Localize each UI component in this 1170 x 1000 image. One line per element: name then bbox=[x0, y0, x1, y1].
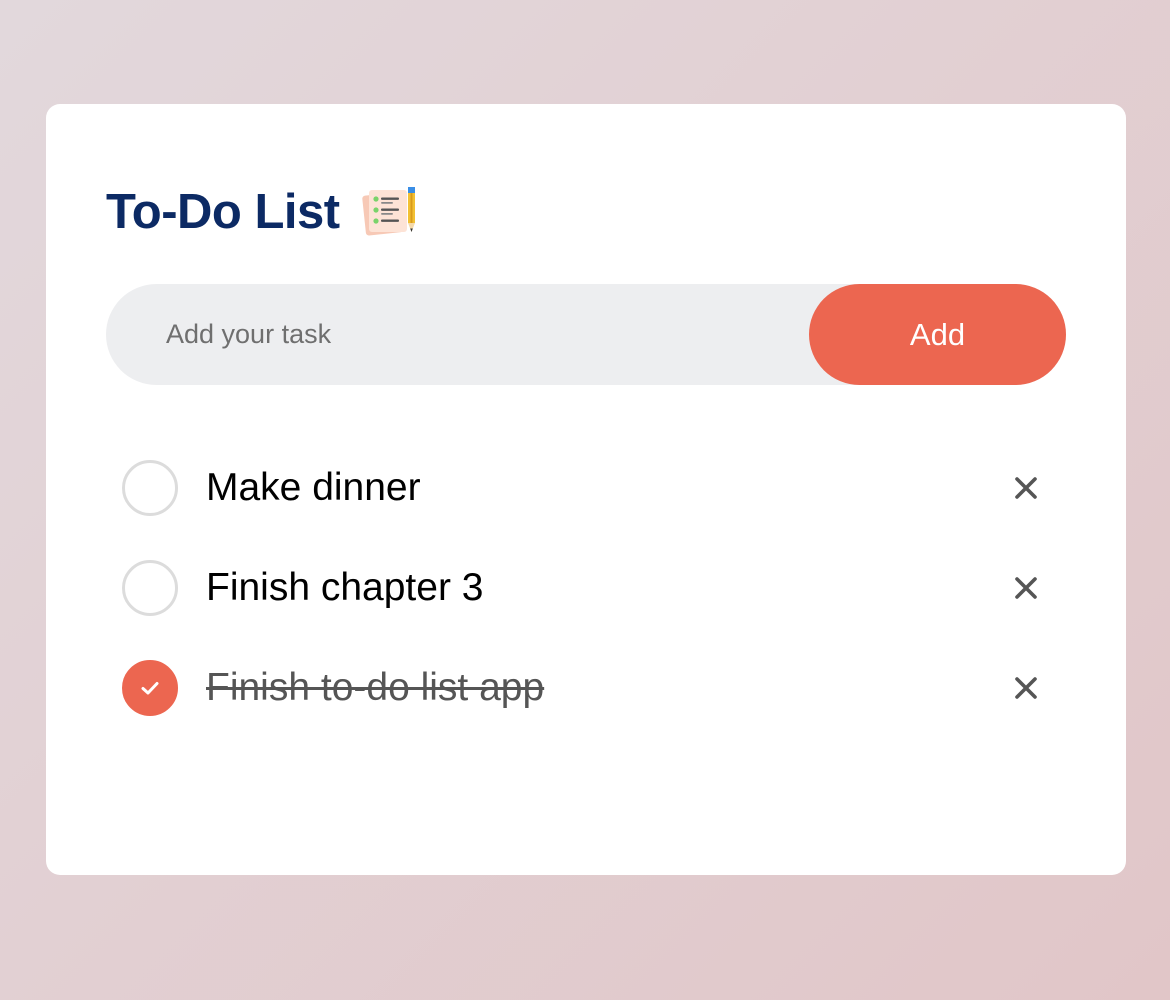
close-icon[interactable] bbox=[1006, 668, 1046, 708]
checkmark-icon bbox=[141, 682, 159, 695]
page-title: To-Do List bbox=[106, 185, 340, 239]
task-checkbox[interactable] bbox=[122, 460, 178, 516]
task-list: Make dinner Finish chapter 3 Finish to-d… bbox=[106, 438, 1066, 738]
todo-card: To-Do List Add your task Add Make dinner… bbox=[46, 104, 1126, 875]
task-input[interactable] bbox=[106, 284, 809, 385]
task-text[interactable]: Finish to-do list app bbox=[206, 666, 544, 710]
task-text[interactable]: Finish chapter 3 bbox=[206, 566, 483, 610]
task-checkbox-checked[interactable] bbox=[122, 660, 178, 716]
task-text[interactable]: Make dinner bbox=[206, 466, 421, 510]
close-icon[interactable] bbox=[1006, 468, 1046, 508]
list-item: Finish to-do list app bbox=[106, 638, 1066, 738]
task-checkbox[interactable] bbox=[122, 560, 178, 616]
list-item: Finish chapter 3 bbox=[106, 538, 1066, 638]
add-task-form: Add bbox=[106, 284, 1066, 385]
list-item: Make dinner bbox=[106, 438, 1066, 538]
header: To-Do List bbox=[106, 184, 418, 240]
close-icon[interactable] bbox=[1006, 568, 1046, 608]
add-button[interactable]: Add bbox=[809, 284, 1066, 385]
checklist-notepad-pencil-icon bbox=[361, 186, 418, 238]
